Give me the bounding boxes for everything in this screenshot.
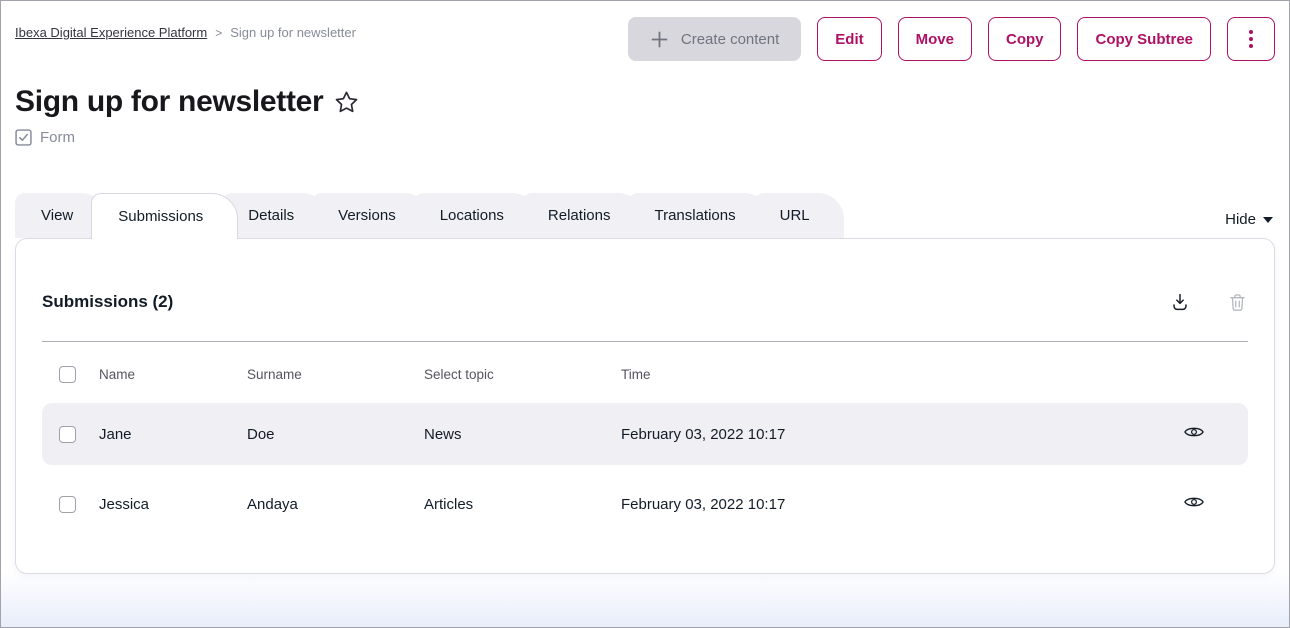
content-type-label: Form (40, 129, 75, 146)
top-bar: Ibexa Digital Experience Platform > Sign… (1, 1, 1289, 61)
table-row: Jane Doe News February 03, 2022 10:17 (42, 403, 1248, 465)
more-actions-button[interactable] (1227, 17, 1275, 61)
cell-time: February 03, 2022 10:17 (621, 473, 1168, 535)
edit-button[interactable]: Edit (817, 17, 881, 61)
tab-bar: View Submissions Details Versions Locati… (15, 192, 1275, 238)
create-content-label: Create content (681, 31, 779, 48)
checkbox-checked-icon (15, 129, 32, 146)
submissions-heading: Submissions (2) (42, 292, 173, 312)
eye-icon[interactable] (1184, 425, 1204, 439)
cell-topic: Articles (424, 473, 621, 535)
cell-surname: Doe (247, 403, 424, 465)
copy-subtree-button[interactable]: Copy Subtree (1077, 17, 1211, 61)
download-icon[interactable] (1169, 291, 1191, 313)
star-icon[interactable] (333, 89, 360, 116)
table-row: Jessica Andaya Articles February 03, 202… (42, 473, 1248, 535)
tab-details[interactable]: Details (222, 193, 328, 238)
column-header-topic: Select topic (424, 350, 621, 395)
breadcrumb-separator: > (215, 26, 222, 40)
content-type-row: Form (15, 127, 1275, 147)
select-all-checkbox[interactable] (59, 366, 76, 383)
column-header-surname: Surname (247, 350, 424, 395)
kebab-menu-icon (1249, 30, 1253, 48)
tab-submissions[interactable]: Submissions (91, 193, 238, 239)
create-content-button[interactable]: Create content (628, 17, 801, 61)
page-title: Sign up for newsletter (15, 83, 323, 121)
panel-header: Submissions (2) (42, 239, 1248, 313)
tab-translations[interactable]: Translations (628, 193, 769, 238)
action-buttons: Create content Edit Move Copy Copy Subtr… (628, 17, 1275, 61)
caret-down-icon (1263, 217, 1273, 223)
table-header-row: Name Surname Select topic Time (42, 350, 1248, 395)
move-button[interactable]: Move (898, 17, 972, 61)
column-header-name: Name (99, 350, 247, 395)
plus-icon (650, 30, 669, 49)
cell-time: February 03, 2022 10:17 (621, 403, 1168, 465)
copy-button[interactable]: Copy (988, 17, 1062, 61)
trash-icon[interactable] (1227, 292, 1248, 313)
cell-surname: Andaya (247, 473, 424, 535)
panel-header-icons (1169, 291, 1248, 313)
breadcrumb-current: Sign up for newsletter (230, 25, 356, 40)
submissions-table-wrap: Name Surname Select topic Time Jane Doe … (42, 341, 1248, 543)
hide-label: Hide (1225, 211, 1256, 228)
cell-topic: News (424, 403, 621, 465)
tab-locations[interactable]: Locations (414, 193, 538, 238)
submissions-table: Name Surname Select topic Time Jane Doe … (42, 342, 1248, 543)
row-checkbox[interactable] (59, 426, 76, 443)
submissions-panel: Submissions (2) (15, 238, 1275, 574)
eye-icon[interactable] (1184, 495, 1204, 509)
hide-tabs-control[interactable]: Hide (1225, 211, 1275, 238)
column-header-time: Time (621, 350, 1168, 395)
tab-versions[interactable]: Versions (312, 193, 430, 238)
tab-relations[interactable]: Relations (522, 193, 645, 238)
page-title-row: Sign up for newsletter (15, 83, 1275, 121)
cell-name: Jane (99, 403, 247, 465)
row-checkbox[interactable] (59, 496, 76, 513)
breadcrumb: Ibexa Digital Experience Platform > Sign… (15, 17, 356, 40)
cell-name: Jessica (99, 473, 247, 535)
breadcrumb-root-link[interactable]: Ibexa Digital Experience Platform (15, 25, 207, 40)
